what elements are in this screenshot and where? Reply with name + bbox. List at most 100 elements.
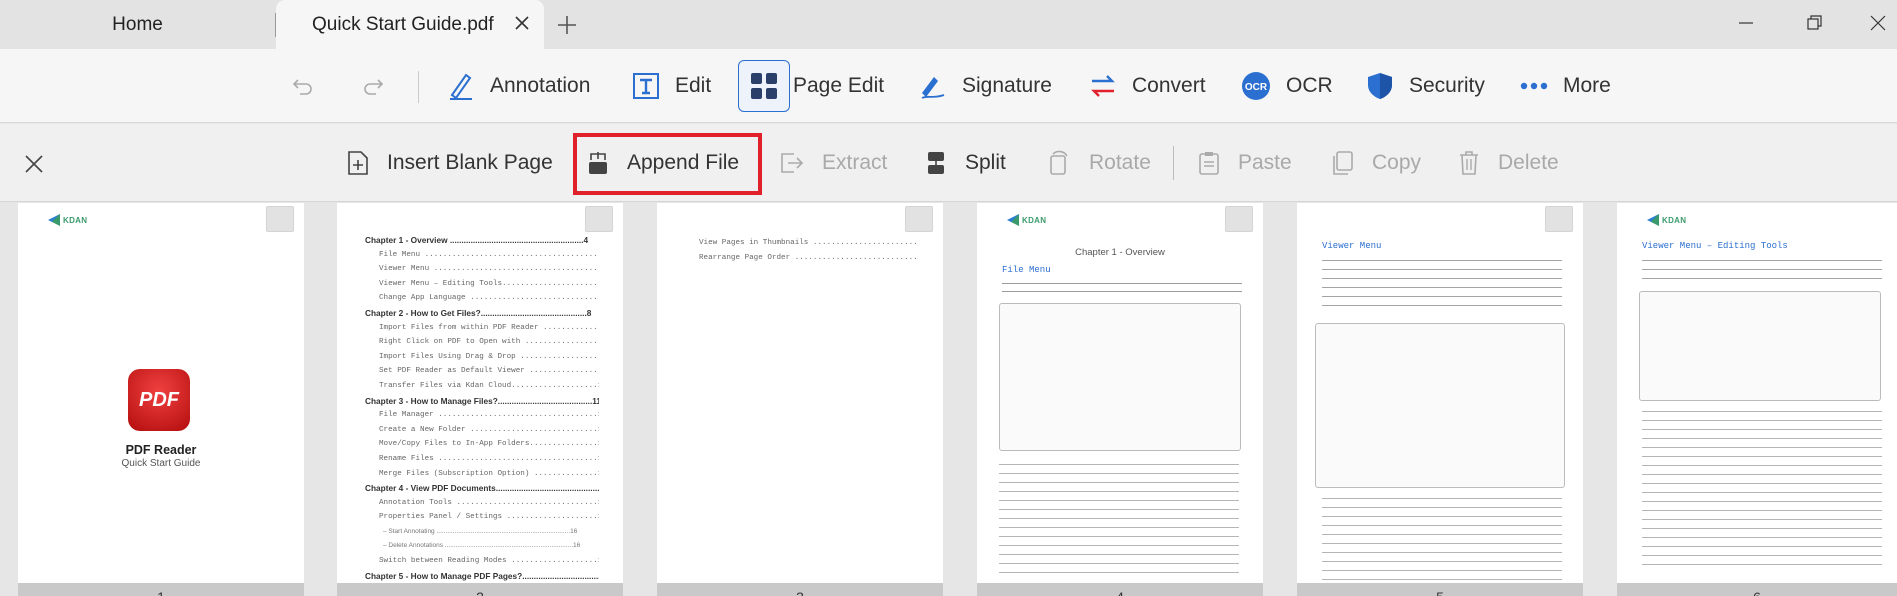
paste-icon (1199, 152, 1219, 175)
edit-button[interactable]: Edit (631, 49, 711, 123)
ocr-button[interactable]: OCR OCR (1240, 49, 1333, 123)
svg-text:OCR: OCR (1245, 82, 1268, 93)
toc-line: View Pages in Thumbnails ...............… (699, 239, 919, 247)
ocr-label: OCR (1286, 74, 1333, 97)
convert-icon (1091, 75, 1115, 97)
paste-button[interactable]: Paste (1198, 124, 1292, 202)
page-number: 4 (977, 583, 1263, 596)
close-tab-icon[interactable] (512, 13, 532, 33)
undo-icon[interactable] (292, 76, 314, 96)
extract-button[interactable]: Extract (778, 124, 887, 202)
toc-chapter: Chapter 2 - How to Get Files?...........… (365, 307, 592, 318)
toc-line: Create a New Folder ....................… (379, 425, 599, 434)
split-icon (928, 152, 944, 174)
annotation-button[interactable]: Annotation (446, 49, 590, 123)
signature-label: Signature (962, 74, 1052, 97)
toc-line: – Start Annotating .....................… (383, 527, 578, 535)
page-thumbnail-5[interactable]: Viewer Menu (1297, 203, 1583, 583)
page-number: 3 (657, 583, 943, 596)
toc-line: Import Files Using Drag & Drop .........… (379, 352, 599, 361)
convert-button[interactable]: Convert (1088, 49, 1206, 123)
text-block (1642, 257, 1882, 285)
toc-line: Rearrange Page Order ...................… (699, 253, 919, 262)
page-select-checkbox[interactable] (905, 206, 933, 232)
paste-label: Paste (1238, 151, 1292, 174)
page-edit-toolbar: Insert Blank Page Append File Extract Sp… (0, 124, 1897, 202)
delete-button[interactable]: Delete (1458, 124, 1559, 202)
page-thumbnail-6[interactable]: KDAN Viewer Menu – Editing Tools (1617, 203, 1897, 583)
toc-chapter: Chapter 4 - View PDF Documents..........… (365, 483, 599, 494)
toc-line: File Menu ..............................… (379, 250, 599, 259)
split-label: Split (965, 151, 1006, 174)
split-button[interactable]: Split (925, 124, 1006, 202)
page-thumbnail-1[interactable]: KDAN PDF PDF Reader Quick Start Guide (18, 203, 304, 583)
rotate-button[interactable]: Rotate (1047, 124, 1151, 202)
security-button[interactable]: Security (1365, 49, 1485, 123)
extract-icon (781, 153, 804, 173)
table-of-contents-cont: View Pages in Thumbnails ...............… (685, 236, 919, 265)
page-edit-button[interactable]: Page Edit (749, 49, 884, 123)
page-number: 1 (18, 583, 304, 596)
page-thumbnail-2[interactable]: Chapter 1 - Overview ...................… (337, 203, 623, 583)
chapter-heading: Chapter 1 - Overview (1075, 247, 1165, 258)
screenshot-figure (999, 303, 1241, 451)
kdan-logo: KDAN (1007, 214, 1046, 226)
insert-blank-page-label: Insert Blank Page (387, 151, 553, 174)
page-select-checkbox[interactable] (266, 206, 294, 232)
toc-line: Viewer Menu ............................… (379, 265, 599, 274)
page-select-checkbox[interactable] (585, 206, 613, 232)
screenshot-figure (1315, 323, 1565, 488)
kdan-logo: KDAN (1647, 214, 1686, 226)
delete-label: Delete (1498, 151, 1559, 174)
main-toolbar: Annotation Edit Page Edit Signature Conv… (0, 49, 1897, 123)
toc-chapter: Chapter 1 - Overview ...................… (365, 235, 589, 245)
page-toolbar-divider (1173, 146, 1174, 180)
cover-title: PDF Reader (125, 443, 197, 457)
toolbar-divider (418, 71, 419, 103)
toc-line: Set PDF Reader as Default Viewer .......… (379, 367, 599, 376)
toc-line: Import Files from within PDF Reader ....… (379, 323, 599, 332)
more-dots-icon (1520, 82, 1548, 90)
toc-line: Move/Copy Files to In-App Folders.......… (379, 440, 599, 449)
more-button[interactable]: More (1519, 49, 1611, 123)
text-block (1002, 281, 1242, 299)
page-select-checkbox[interactable] (1545, 206, 1573, 232)
copy-button[interactable]: Copy (1330, 124, 1421, 202)
toc-line: Properties Panel / Settings ............… (379, 513, 599, 522)
close-window-icon[interactable] (1869, 14, 1887, 32)
text-edit-icon (633, 73, 659, 99)
toc-line: Transfer Files via Kdan Cloud...........… (379, 381, 599, 390)
restore-icon[interactable] (1806, 14, 1824, 32)
tab-document[interactable]: Quick Start Guide.pdf (276, 0, 544, 49)
edit-label: Edit (675, 74, 712, 97)
pen-icon (450, 73, 472, 100)
extract-label: Extract (822, 151, 888, 174)
tab-home[interactable]: Home (0, 0, 275, 49)
signature-button[interactable]: Signature (918, 49, 1052, 123)
append-file-highlight (573, 133, 762, 195)
toc-line: Viewer Menu – Editing Tools.............… (379, 279, 599, 288)
kdan-logo: KDAN (48, 214, 87, 226)
shield-icon (1368, 73, 1392, 99)
close-page-edit-icon[interactable] (24, 154, 44, 174)
cover-subtitle: Quick Start Guide (121, 458, 201, 469)
more-label: More (1563, 74, 1611, 97)
tab-document-label: Quick Start Guide.pdf (312, 13, 494, 35)
new-tab-icon[interactable] (556, 14, 578, 36)
toc-line: Right Click on PDF to Open with ........… (379, 338, 599, 347)
section-heading: File Menu (1002, 265, 1051, 275)
copy-label: Copy (1372, 151, 1422, 174)
redo-icon[interactable] (362, 76, 384, 96)
page-thumbnail-4[interactable]: KDAN Chapter 1 - Overview File Menu (977, 203, 1263, 583)
page-number: 5 (1297, 583, 1583, 596)
toc-line: Change App Language ....................… (379, 294, 599, 303)
minimize-icon[interactable] (1737, 14, 1755, 32)
page-select-checkbox[interactable] (1225, 206, 1253, 232)
signature-icon (921, 77, 945, 99)
annotation-label: Annotation (490, 74, 591, 97)
page-thumbnail-3[interactable]: View Pages in Thumbnails ...............… (657, 203, 943, 583)
toc-line: File Manager ...........................… (379, 411, 599, 420)
grid-icon (751, 73, 777, 99)
page-thumbnails: KDAN PDF PDF Reader Quick Start Guide 1 … (0, 203, 1897, 596)
insert-blank-page-button[interactable]: Insert Blank Page (347, 124, 553, 202)
